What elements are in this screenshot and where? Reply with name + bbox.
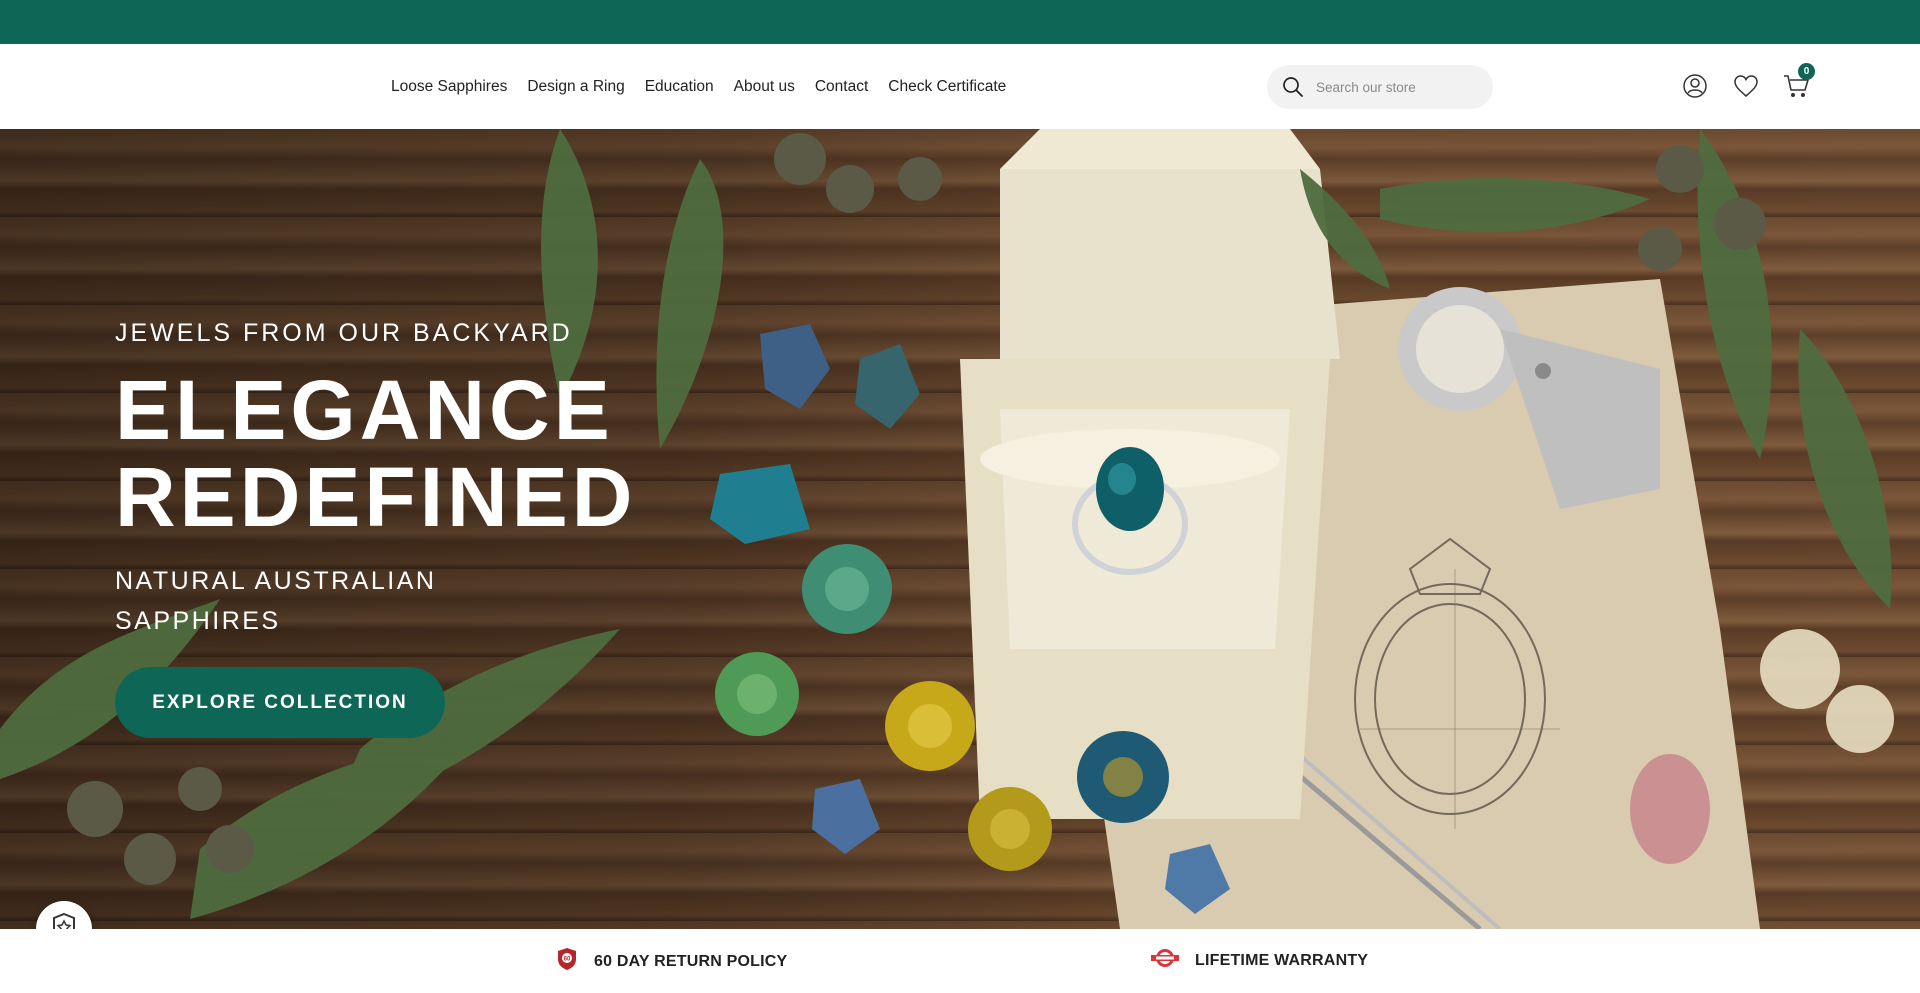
user-icon[interactable] bbox=[1680, 71, 1710, 101]
announcement-bar bbox=[0, 0, 1920, 44]
nav-about-us[interactable]: About us bbox=[734, 78, 795, 96]
feature-lifetime-warranty: LIFETIME WARRANTY bbox=[1151, 947, 1368, 974]
warranty-icon bbox=[1151, 947, 1179, 974]
feature-lifetime-warranty-label: LIFETIME WARRANTY bbox=[1195, 951, 1369, 969]
hero-headline: ELEGANCE REDEFINED bbox=[115, 367, 636, 541]
heart-icon[interactable] bbox=[1731, 71, 1761, 101]
search-icon[interactable] bbox=[1280, 74, 1306, 100]
hero-headline-line-1: ELEGANCE bbox=[115, 363, 614, 457]
search-bar[interactable] bbox=[1267, 65, 1493, 109]
feature-return-policy-label: 60 DAY RETURN POLICY bbox=[594, 952, 788, 970]
hero-banner: JEWELS FROM OUR BACKYARD ELEGANCE REDEFI… bbox=[0, 129, 1920, 929]
site-header: Loose Sapphires Design a Ring Education … bbox=[0, 44, 1920, 129]
nav-design-a-ring[interactable]: Design a Ring bbox=[527, 78, 624, 96]
cart-icon[interactable]: 0 bbox=[1782, 63, 1815, 101]
hero-headline-line-2: REDEFINED bbox=[115, 450, 637, 544]
hero-subheading: NATURAL AUSTRALIAN SAPPHIRES bbox=[115, 567, 437, 635]
search-input[interactable] bbox=[1316, 79, 1476, 95]
hero-eyebrow: JEWELS FROM OUR BACKYARD bbox=[115, 319, 573, 347]
features-strip: 60 60 DAY RETURN POLICY LIFETIME WARRANT… bbox=[0, 929, 1920, 993]
nav-education[interactable]: Education bbox=[645, 78, 714, 96]
explore-collection-button[interactable]: EXPLORE COLLECTION bbox=[115, 667, 445, 738]
nav-contact[interactable]: Contact bbox=[815, 78, 868, 96]
feature-return-policy: 60 60 DAY RETURN POLICY bbox=[556, 947, 787, 976]
svg-text:60: 60 bbox=[564, 957, 571, 963]
nav-check-certificate[interactable]: Check Certificate bbox=[888, 78, 1006, 96]
main-nav: Loose Sapphires Design a Ring Education … bbox=[391, 44, 1026, 129]
return-policy-icon: 60 bbox=[556, 947, 578, 976]
nav-loose-sapphires[interactable]: Loose Sapphires bbox=[391, 78, 507, 96]
cart-count-badge: 0 bbox=[1798, 63, 1815, 80]
